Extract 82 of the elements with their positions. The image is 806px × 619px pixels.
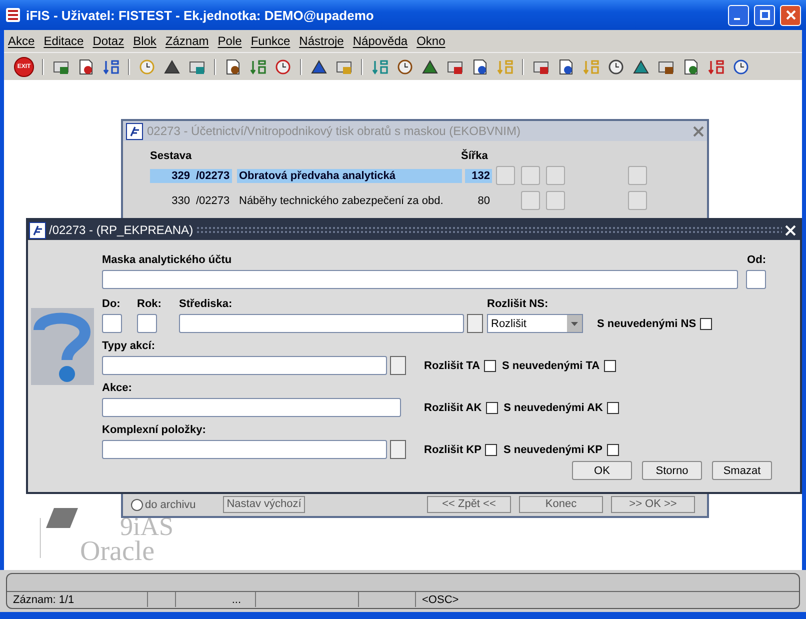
minimize-icon xyxy=(734,18,740,20)
checkbox[interactable] xyxy=(484,360,496,372)
menu-item[interactable]: Nápověda xyxy=(352,34,408,48)
checkbox-label: S neuvedenými KP xyxy=(503,442,602,456)
dialog-title: /02273 - (RP_EKPREANA) xyxy=(49,223,194,237)
app-icon xyxy=(5,7,21,23)
checkbox-label: Rozlišit KP xyxy=(424,442,482,456)
menu-item[interactable]: Funkce xyxy=(250,34,290,48)
table-cell[interactable]: Náběhy technického zabezpečení za obd. xyxy=(237,194,462,208)
dropdown[interactable]: Rozlišit xyxy=(487,314,583,333)
menu-item[interactable]: Nástroje xyxy=(299,34,344,48)
checkbox[interactable] xyxy=(700,318,712,330)
menu-item[interactable]: Editace xyxy=(44,34,84,48)
field-label: Akce: xyxy=(102,381,132,395)
radio-label: do archivu xyxy=(145,498,196,510)
field-label: Do: xyxy=(102,297,122,311)
input-field[interactable] xyxy=(179,314,464,333)
field-label: Rozlišit NS: xyxy=(487,297,548,311)
menu-item[interactable]: Dotaz xyxy=(92,34,124,48)
field-label: Rok: xyxy=(137,297,162,311)
input-field[interactable] xyxy=(102,356,387,375)
menu-item[interactable]: Akce xyxy=(8,34,35,48)
maximize-icon xyxy=(760,10,770,20)
menu-item[interactable]: Okno xyxy=(416,34,446,48)
checkbox[interactable] xyxy=(485,444,498,456)
field-label: Od: xyxy=(747,253,766,267)
checkbox[interactable] xyxy=(606,402,619,414)
maximize-button[interactable] xyxy=(754,4,775,26)
dialog-button[interactable]: Storno xyxy=(642,461,702,480)
checkbox-label: S neuvedenými TA xyxy=(502,358,600,372)
dialog-button[interactable]: Nastav výchozí xyxy=(223,496,305,513)
checkbox-label: Rozlišit AK xyxy=(424,400,482,414)
table-cell[interactable]: /02273 xyxy=(194,194,232,208)
logo-text: 9iAS xyxy=(120,514,174,540)
column-header: Šířka xyxy=(461,149,488,163)
checkbox[interactable] xyxy=(486,402,498,414)
close-button[interactable] xyxy=(780,4,801,26)
table-cell[interactable]: 132 xyxy=(465,168,492,182)
column-header: Sestava xyxy=(150,149,193,163)
menu-item[interactable]: Záznam xyxy=(165,34,209,48)
table-cell[interactable]: Obratová předvaha analytická xyxy=(237,168,462,182)
field-label: Komplexní položky: xyxy=(102,423,206,437)
input-field[interactable] xyxy=(746,270,766,289)
minimize-button[interactable] xyxy=(728,4,749,26)
input-field[interactable] xyxy=(102,270,738,289)
list-button[interactable] xyxy=(390,440,406,459)
dialog-button[interactable]: Smazat xyxy=(712,461,772,480)
window-title: 02273 - Účetnictví/Vnitropodnikový tisk obratů s maskou (EKOBVNIM) xyxy=(147,124,522,138)
menu-item[interactable]: Blok xyxy=(133,34,156,48)
field-label: Typy akcí: xyxy=(102,339,155,353)
input-field[interactable] xyxy=(137,314,157,333)
dialog-button[interactable]: >> OK >> xyxy=(611,496,695,513)
app-logo-icon xyxy=(29,222,46,238)
checkbox-label: Rozlišit TA xyxy=(424,358,480,372)
dialog-button[interactable]: OK xyxy=(572,461,632,480)
table-cell[interactable]: 80 xyxy=(465,194,492,208)
checkbox[interactable] xyxy=(606,444,618,456)
radio-button[interactable] xyxy=(131,498,143,510)
input-field[interactable] xyxy=(102,440,387,459)
table-cell[interactable]: 330 xyxy=(150,194,194,208)
status-text: <OSC> xyxy=(422,594,459,606)
table-cell[interactable]: /02273 xyxy=(194,168,232,182)
logo-text: Oracle xyxy=(80,538,155,566)
list-button[interactable] xyxy=(390,356,406,375)
list-button[interactable] xyxy=(467,314,483,333)
checkbox[interactable] xyxy=(604,360,616,372)
checkbox-label: S neuvedenými NS xyxy=(597,316,696,330)
dialog-button[interactable]: Konec xyxy=(519,496,603,513)
help-question-icon xyxy=(31,308,94,385)
close-icon xyxy=(786,10,796,20)
dialog-button[interactable]: << Zpět << xyxy=(427,496,511,513)
status-text: ... xyxy=(232,594,241,606)
field-label: Maska analytického účtu xyxy=(102,253,232,267)
app-logo-icon xyxy=(126,122,143,140)
input-field[interactable] xyxy=(102,398,401,417)
status-text: Záznam: 1/1 xyxy=(13,594,74,606)
window-title: iFIS - Uživatel: FISTEST - Ek.jednotka: DEMO@upademo xyxy=(26,8,375,22)
menu-item[interactable]: Pole xyxy=(218,34,242,48)
field-label: Střediska: xyxy=(179,297,234,311)
table-cell[interactable]: 329 xyxy=(150,168,194,182)
checkbox-label: S neuvedenými AK xyxy=(504,400,603,414)
input-field[interactable] xyxy=(102,314,122,333)
